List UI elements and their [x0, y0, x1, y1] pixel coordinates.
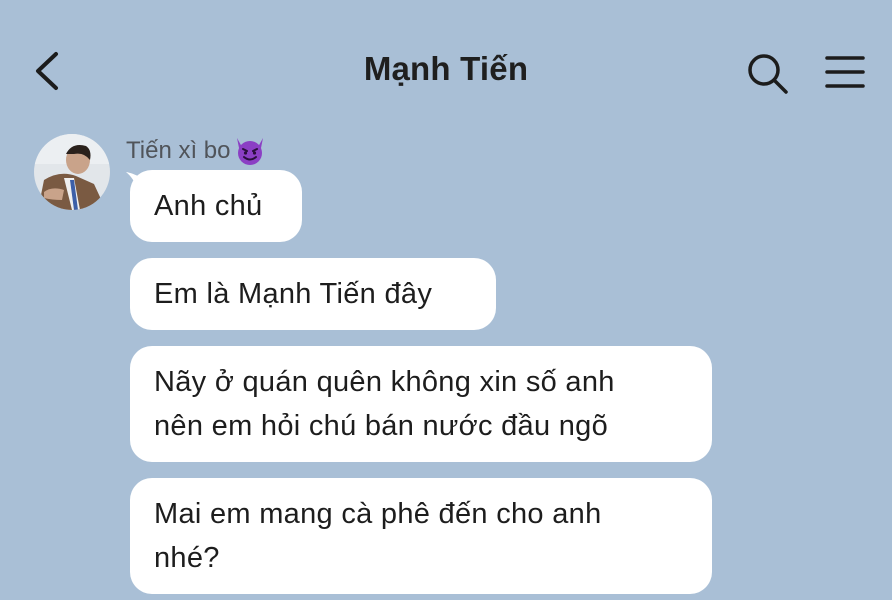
message-bubble[interactable]: Em là Mạnh Tiến đây — [130, 258, 496, 330]
smiling-devil-icon — [236, 138, 263, 165]
avatar[interactable] — [34, 134, 110, 210]
message-bubble[interactable]: Mai em mang cà phê đến cho anh nhé? — [130, 478, 712, 594]
sender-name-label: Tiến xì bo — [126, 137, 231, 164]
chat-header: Mạnh Tiến — [0, 0, 892, 140]
search-icon — [748, 54, 788, 94]
back-button[interactable] — [28, 46, 68, 96]
message-bubble[interactable]: Anh chủ — [130, 170, 302, 242]
menu-button[interactable] — [822, 50, 868, 96]
sender-name: Tiến xì bo — [126, 136, 267, 166]
message-bubble[interactable]: Nãy ở quán quên không xin số anh nên em … — [130, 346, 712, 462]
chevron-left-icon — [36, 52, 58, 90]
search-button[interactable] — [744, 50, 790, 96]
hamburger-menu-icon — [825, 56, 865, 88]
